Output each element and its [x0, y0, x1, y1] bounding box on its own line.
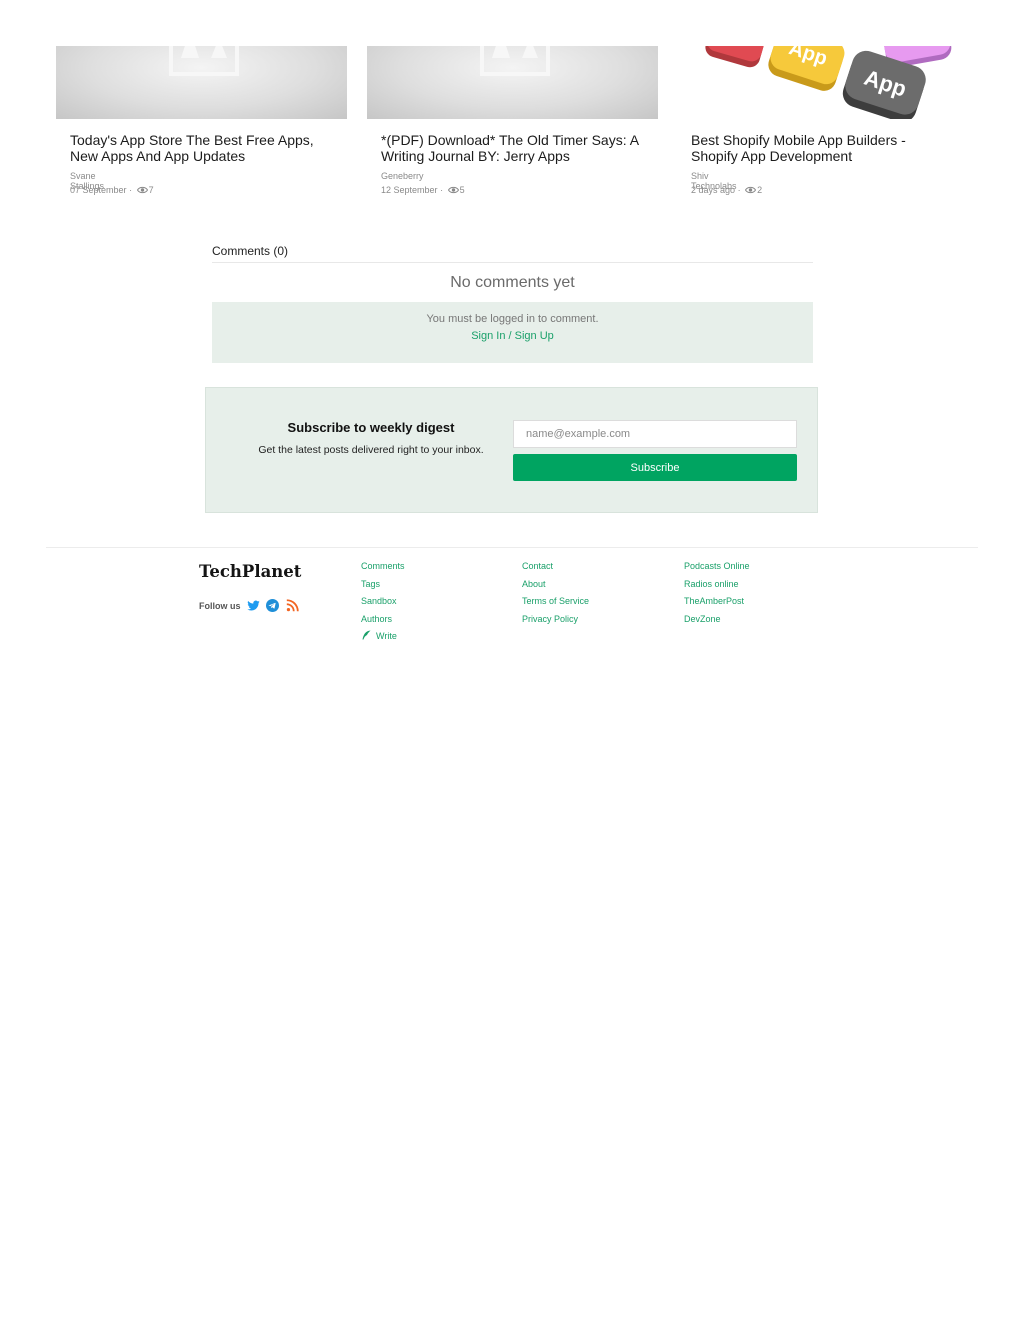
meta-separator: ·	[737, 185, 741, 195]
meta-separator: ·	[440, 185, 444, 195]
eye-icon	[745, 186, 757, 194]
post-meta: 12 September · 5	[381, 185, 465, 195]
footer-link-amberpost[interactable]: TheAmberPost	[684, 595, 750, 613]
footer-divider	[46, 547, 978, 548]
comments-heading: Comments (0)	[212, 244, 813, 263]
post-date: 2 days ago	[691, 185, 736, 195]
related-posts: Today's App Store The Best Free Apps, Ne…	[56, 46, 968, 206]
no-comments-text: No comments yet	[450, 274, 575, 291]
follow-label: Follow us	[199, 601, 241, 611]
email-field[interactable]	[513, 420, 797, 448]
footer-column: Podcasts Online Radios online TheAmberPo…	[684, 560, 750, 630]
post-views: 2	[757, 185, 763, 195]
subscribe-button[interactable]: Subscribe	[513, 454, 797, 481]
post-date: 07 September	[70, 185, 127, 195]
quill-icon	[362, 630, 371, 640]
footer-link-tags[interactable]: Tags	[361, 578, 405, 596]
footer-link-sandbox[interactable]: Sandbox	[361, 595, 405, 613]
footer-link-radios[interactable]: Radios online	[684, 578, 750, 596]
twitter-icon[interactable]	[247, 599, 260, 612]
post-thumbnail[interactable]	[367, 46, 658, 119]
telegram-icon[interactable]	[266, 599, 279, 612]
footer-link-podcasts[interactable]: Podcasts Online	[684, 560, 750, 578]
eye-icon	[447, 186, 459, 194]
footer-link-write[interactable]: Write	[361, 630, 405, 648]
eye-icon	[136, 186, 148, 194]
comments-section: Comments (0) No comments yet You must be…	[212, 244, 813, 363]
post-title[interactable]: Best Shopify Mobile App Builders - Shopi…	[691, 132, 956, 164]
meta-separator: ·	[129, 185, 133, 195]
subscribe-panel: Subscribe to weekly digest Get the lates…	[205, 387, 818, 513]
login-message: You must be logged in to comment.	[426, 313, 599, 325]
footer-link-label: Write	[376, 631, 397, 641]
image-placeholder-icon	[479, 46, 550, 76]
login-prompt: You must be logged in to comment. Sign I…	[212, 302, 813, 363]
footer-link-privacy[interactable]: Privacy Policy	[522, 613, 589, 631]
footer-column: Contact About Terms of Service Privacy P…	[522, 560, 589, 630]
footer-link-devzone[interactable]: DevZone	[684, 613, 750, 631]
rss-icon[interactable]	[286, 599, 299, 612]
site-logo[interactable]: TechPlanet	[199, 562, 301, 581]
footer-link-comments[interactable]: Comments	[361, 560, 405, 578]
post-views: 5	[459, 185, 465, 195]
post-title[interactable]: Today's App Store The Best Free Apps, Ne…	[70, 132, 335, 164]
footer-column: Comments Tags Sandbox Authors Write	[361, 560, 405, 648]
post-author[interactable]: Geneberry	[381, 171, 424, 181]
image-placeholder-icon	[168, 46, 239, 76]
sign-in-link[interactable]: Sign In / Sign Up	[471, 330, 554, 342]
post-thumbnail[interactable]	[56, 46, 347, 119]
footer-link-authors[interactable]: Authors	[361, 613, 405, 631]
post-date: 12 September	[381, 185, 438, 195]
footer-link-terms[interactable]: Terms of Service	[522, 595, 589, 613]
subscribe-title: Subscribe to weekly digest	[287, 420, 455, 435]
post-meta: 07 September · 7	[70, 185, 154, 195]
footer-link-contact[interactable]: Contact	[522, 560, 589, 578]
footer-link-about[interactable]: About	[522, 578, 589, 596]
post-title[interactable]: *(PDF) Download* The Old Timer Says: A W…	[381, 132, 646, 164]
subscribe-description: Get the latest posts delivered right to …	[258, 444, 484, 456]
app-buttons-image: App App	[705, 46, 952, 119]
post-views: 7	[148, 185, 154, 195]
post-meta: 2 days ago · 2	[691, 185, 762, 195]
post-thumbnail[interactable]: App App	[677, 46, 968, 119]
